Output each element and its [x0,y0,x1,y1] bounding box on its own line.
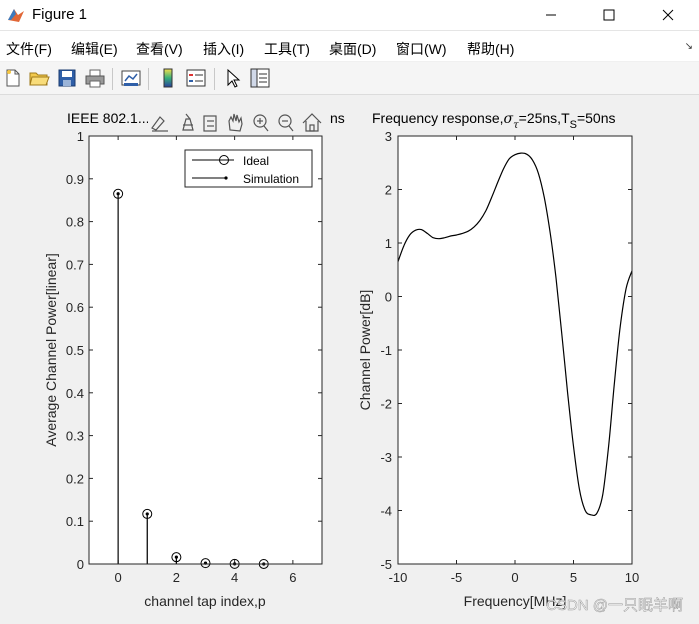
simulation-marker [174,555,178,559]
left-chart-title-tail: ns [330,110,345,126]
x-tick-label: 4 [231,570,238,585]
right-axes-background [398,136,632,564]
x-tick-label: 0 [511,570,518,585]
minimize-button[interactable] [528,0,574,30]
close-button[interactable] [645,0,691,30]
watermark: CSDN @一只眠羊啊 [546,597,683,614]
y-tick-label: 0.7 [66,257,84,272]
left-axes-background [89,136,322,564]
colorbar-icon[interactable] [157,67,179,89]
matlab-icon [8,9,24,22]
property-inspector-icon[interactable] [249,67,271,89]
pointer-icon[interactable] [222,67,244,89]
menu-view[interactable]: 查看(V) [136,39,183,59]
menu-desktop[interactable]: 桌面(D) [329,39,376,59]
menu-file[interactable]: 文件(F) [6,39,52,59]
menu-tools[interactable]: 工具(T) [264,39,310,59]
y-tick-label: -2 [380,397,392,412]
legend-ideal-label: Ideal [243,154,269,168]
simulation-marker [145,512,149,516]
x-tick-label: 5 [570,570,577,585]
y-tick-label: 2 [385,183,392,198]
y-tick-label: 0.2 [66,471,84,486]
menu-edit[interactable]: 编辑(E) [71,39,118,59]
y-tick-label: 0.6 [66,300,84,315]
y-tick-label: 0.4 [66,386,84,401]
simulation-marker [116,192,120,196]
link-plot-icon[interactable] [120,67,142,89]
figure-canvas: 0 2 4 600.10.20.30.40.50.60.70.80.91 IEEE 8… [0,95,699,624]
window-title: Figure 1 [32,6,88,23]
left-x-axis-label: channel tap index,p [144,593,266,609]
y-tick-label: 0 [385,290,392,305]
toolbar-separator [148,68,149,90]
x-tick-label: 0 [115,570,122,585]
toolbar-toggle-icon[interactable]: ↘ [685,41,693,52]
new-file-icon[interactable] [2,67,24,89]
x-tick-label: -5 [451,570,463,585]
toolbar-separator [214,68,215,90]
y-tick-label: -4 [380,504,392,519]
y-tick-label: 1 [385,236,392,251]
menu-window[interactable]: 窗口(W) [396,39,447,59]
y-tick-label: 1 [77,129,84,144]
y-tick-label: 0.1 [66,514,84,529]
y-tick-label: -3 [380,450,392,465]
x-tick-label: 10 [625,570,639,585]
x-tick-label: 2 [173,570,180,585]
y-tick-label: 0 [77,557,84,572]
y-tick-label: -5 [380,557,392,572]
toolbar-separator [112,68,113,90]
x-tick-label: -10 [389,570,408,585]
y-tick-label: 0.9 [66,172,84,187]
legend-simulation-label: Simulation [243,172,299,186]
menu-help[interactable]: 帮助(H) [467,39,514,59]
y-tick-label: -1 [380,343,392,358]
y-tick-label: 0.3 [66,429,84,444]
print-icon[interactable] [84,67,106,89]
legend-icon[interactable] [185,67,207,89]
left-legend: Ideal Simulation [184,149,313,188]
x-tick-label: 6 [289,570,296,585]
right-y-axis-label: Channel Power[dB] [357,290,373,411]
menu-bar: 文件(F) 编辑(E) 查看(V) 插入(I) 工具(T) 桌面(D) 窗口(W… [0,31,699,61]
figure-toolbar [0,62,699,95]
window-titlebar: Figure 1 [0,0,699,31]
menu-insert[interactable]: 插入(I) [203,39,244,59]
legend-simulation-marker [224,176,228,180]
maximize-button[interactable] [586,0,632,30]
right-chart-title: Frequency response,στ=25ns,TS=50ns [372,110,616,131]
open-folder-icon[interactable] [28,67,50,89]
y-tick-label: 3 [385,129,392,144]
y-tick-label: 0.5 [66,343,84,358]
save-icon[interactable] [56,67,78,89]
y-tick-label: 0.8 [66,215,84,230]
left-y-axis-label: Average Channel Power[linear] [43,253,59,447]
